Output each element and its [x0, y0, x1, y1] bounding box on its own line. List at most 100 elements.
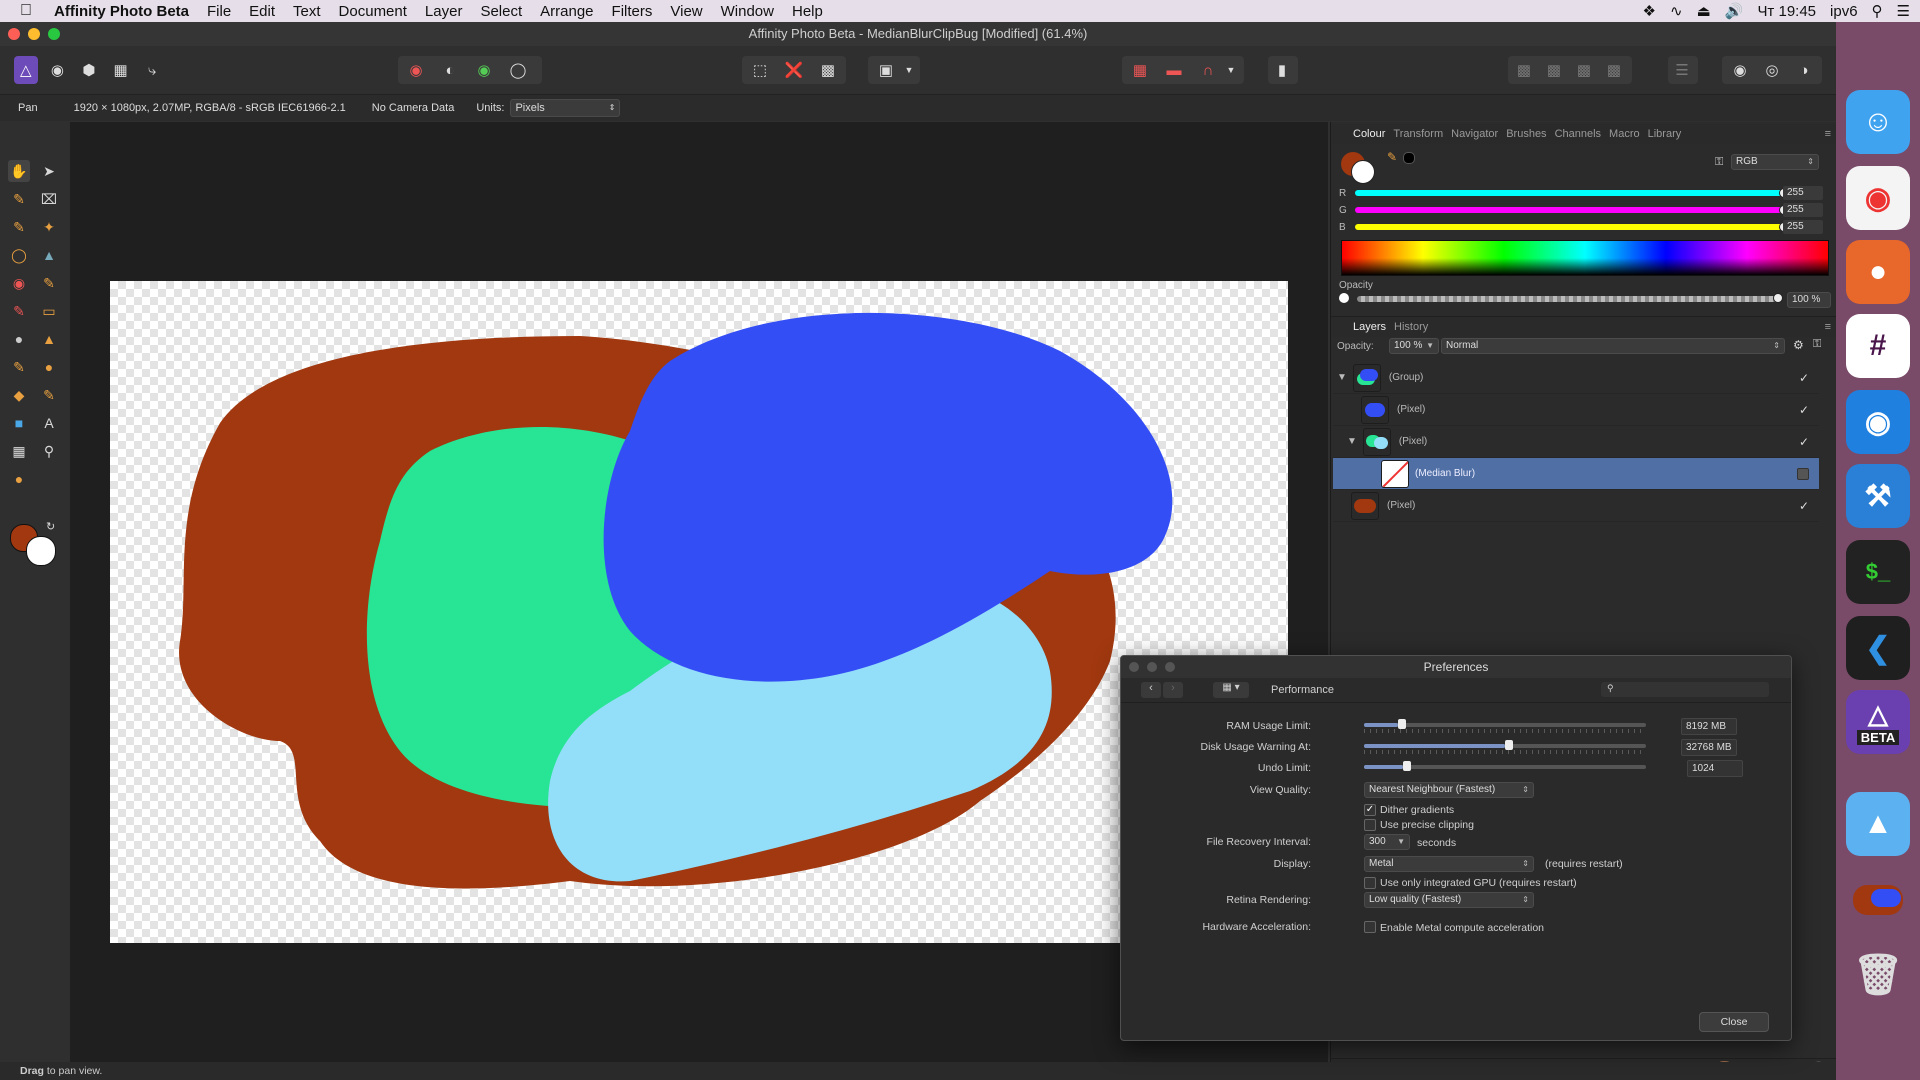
pen-icon[interactable]: ✎ [38, 384, 60, 406]
zoom-window-button[interactable] [48, 28, 60, 40]
disk-slider[interactable] [1364, 740, 1646, 754]
prefs-search-input[interactable]: ⚲ [1601, 682, 1769, 697]
align-icon[interactable]: ☰ [1668, 56, 1696, 84]
r-value[interactable]: 255 [1783, 186, 1823, 200]
tab-navigator[interactable]: Navigator [1451, 128, 1498, 140]
snapping-menu-icon[interactable]: ▼ [1222, 56, 1240, 84]
quick-mask-menu-icon[interactable]: ▼ [900, 56, 918, 84]
paint-brush-icon[interactable]: ✎ [38, 272, 60, 294]
white-balance-icon[interactable]: ◯ [504, 56, 532, 84]
invert-selection-icon[interactable]: ▩ [814, 56, 842, 84]
close-button[interactable]: Close [1699, 1012, 1769, 1032]
eyedropper-icon[interactable]: ✎ [1387, 150, 1397, 164]
trash-icon[interactable]: 🗑 [1846, 942, 1910, 1006]
marquee-select-icon[interactable]: ⬚ [746, 56, 774, 84]
firefox-icon[interactable]: ● [1846, 240, 1910, 304]
lock-icon[interactable]: ⚿ [1715, 156, 1723, 169]
color-picker-icon[interactable]: ✎ [8, 188, 30, 210]
close-window-button[interactable] [8, 28, 20, 40]
document-canvas[interactable] [110, 281, 1288, 943]
tab-colour[interactable]: Colour [1353, 128, 1385, 140]
photo-persona-icon[interactable]: △ [14, 56, 38, 84]
arrange-backward-icon[interactable]: ▩ [1540, 56, 1568, 84]
ram-value[interactable]: 8192 MB [1681, 718, 1737, 735]
snapping-grid-icon[interactable]: ▦ [1126, 56, 1154, 84]
r-slider[interactable] [1355, 190, 1785, 196]
control-center-icon[interactable]: ☰ [1897, 2, 1910, 20]
document-thumbnail-icon[interactable] [1846, 868, 1910, 932]
b-value[interactable]: 255 [1783, 220, 1823, 234]
display-select[interactable]: Metal ⇕ [1364, 856, 1534, 872]
eject-icon[interactable]: ⏏ [1697, 2, 1711, 20]
clock-text[interactable]: Чт 19:45 [1757, 3, 1816, 20]
lasso-icon[interactable]: ◯ [8, 244, 30, 266]
tab-transform[interactable]: Transform [1393, 128, 1443, 140]
black-swatch-icon[interactable] [1403, 152, 1415, 164]
layer-row[interactable]: (Pixel) ✓ [1333, 490, 1819, 522]
menu-layer[interactable]: Layer [425, 3, 463, 20]
undo-value[interactable]: 1024 [1687, 760, 1743, 777]
colour-stroke-well[interactable] [1351, 160, 1375, 184]
back-icon[interactable]: ‹ [1141, 682, 1161, 698]
prefs-min-dot[interactable] [1147, 662, 1157, 672]
ram-slider[interactable] [1364, 719, 1646, 733]
recovery-select[interactable]: 300 ▼ [1364, 834, 1410, 850]
sourcetree-icon[interactable]: ◉ [1846, 390, 1910, 454]
opacity-value-field[interactable]: 100 % [1787, 292, 1831, 308]
menu-help[interactable]: Help [792, 3, 823, 20]
panel-menu-icon[interactable]: ≡ [1825, 128, 1831, 140]
layer-opacity-select[interactable]: 100 % ▼ [1389, 338, 1439, 354]
menu-document[interactable]: Document [339, 3, 407, 20]
blend-mode-select[interactable]: Normal ⇕ [1441, 338, 1785, 354]
visibility-check-icon[interactable]: ✓ [1799, 371, 1809, 385]
text-icon[interactable]: A [38, 412, 60, 434]
volume-icon[interactable]: 🔊 [1725, 2, 1744, 20]
hsl-icon[interactable]: ◉ [470, 56, 498, 84]
forward-icon[interactable]: › [1163, 682, 1183, 698]
layer-row[interactable]: (Pixel) ✓ [1333, 394, 1819, 426]
dropbox-icon[interactable]: ❖ [1643, 2, 1656, 20]
crop-icon[interactable]: ⌧ [38, 188, 60, 210]
brush-icon[interactable]: ◉ [8, 272, 30, 294]
menu-edit[interactable]: Edit [249, 3, 275, 20]
magic-wand-icon[interactable]: ✦ [38, 216, 60, 238]
zoom-icon[interactable]: ⚲ [38, 440, 60, 462]
add-shapes-icon[interactable]: ◉ [1726, 56, 1754, 84]
snapping-icon[interactable]: ∩ [1194, 56, 1222, 84]
layer-lock-icon[interactable]: ⚿ [1813, 338, 1821, 351]
menu-filters[interactable]: Filters [612, 3, 653, 20]
menu-view[interactable]: View [670, 3, 702, 20]
layer-row-selected[interactable]: (Median Blur) [1333, 458, 1819, 490]
tab-history[interactable]: History [1394, 321, 1428, 333]
tab-channels[interactable]: Channels [1555, 128, 1601, 140]
finder-icon[interactable]: ☺ [1846, 90, 1910, 154]
colour-model-select[interactable]: RGB ⇕ [1731, 154, 1819, 170]
integrated-gpu-checkbox[interactable] [1364, 877, 1376, 889]
chrome-icon[interactable]: ◉ [1846, 166, 1910, 230]
move-icon[interactable]: ➤ [38, 160, 60, 182]
g-slider[interactable] [1355, 207, 1785, 213]
search-icon[interactable]: ⚲ [1872, 2, 1883, 20]
rectangle-icon[interactable]: ■ [8, 412, 30, 434]
secondary-color-swatch[interactable] [26, 536, 56, 566]
eraser-icon[interactable]: ▭ [38, 300, 60, 322]
tone-mapping-persona-icon[interactable]: ▦ [109, 56, 133, 84]
dodge-icon[interactable]: ● [8, 328, 30, 350]
tab-layers[interactable]: Layers [1353, 321, 1386, 333]
layer-row[interactable]: ▼ (Pixel) ✓ [1333, 426, 1819, 458]
prefs-close-dot[interactable] [1129, 662, 1139, 672]
layers-menu-icon[interactable]: ≡ [1825, 321, 1831, 333]
red-eye-icon[interactable]: ◆ [8, 384, 30, 406]
disclosure-icon[interactable]: ▼ [1337, 372, 1347, 383]
hw-checkbox[interactable] [1364, 921, 1376, 933]
mesh-warp-icon[interactable]: ▦ [8, 440, 30, 462]
precise-clip-checkbox[interactable] [1364, 819, 1376, 831]
minimize-window-button[interactable] [28, 28, 40, 40]
menu-arrange[interactable]: Arrange [540, 3, 593, 20]
quick-mask-icon[interactable]: ▣ [872, 56, 900, 84]
applications-folder-icon[interactable]: ▲ [1846, 792, 1910, 856]
subtract-shapes-icon[interactable]: ◎ [1758, 56, 1786, 84]
visibility-check-icon[interactable]: ✓ [1799, 499, 1809, 513]
develop-persona-icon[interactable]: ⬢ [77, 56, 101, 84]
healing-icon[interactable]: ✎ [8, 356, 30, 378]
